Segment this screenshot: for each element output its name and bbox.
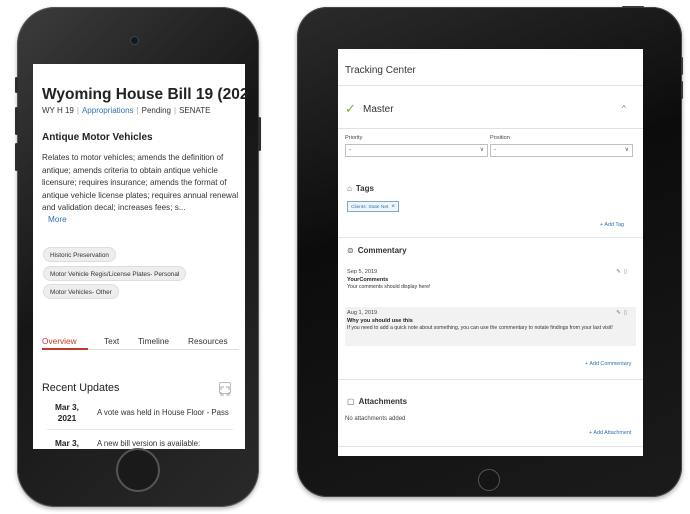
comment-body: Your comments should display here! xyxy=(347,284,431,290)
comment-actions: ✎▯ xyxy=(616,269,630,275)
phone-mute-switch xyxy=(15,77,18,93)
paperclip-icon: ▢ xyxy=(347,397,355,406)
comment-icon: ⊜ xyxy=(347,246,354,255)
comment-actions: ✎▯ xyxy=(616,310,630,316)
meta-separator: | xyxy=(76,106,79,115)
priority-value: - xyxy=(349,147,351,153)
tracking-center-title: Tracking Center xyxy=(345,65,416,76)
committee-link[interactable]: Appropriations xyxy=(82,106,134,115)
phone-volume-down xyxy=(15,143,18,171)
tags-title-text: Tags xyxy=(355,184,374,193)
tab-timeline[interactable]: Timeline xyxy=(138,336,169,346)
master-label: Master xyxy=(363,104,394,115)
section-divider xyxy=(338,237,643,238)
tag-icon: ⌂ xyxy=(347,184,352,193)
priority-select[interactable]: - ∨ xyxy=(345,144,488,157)
attachments-empty-text: No attachments added xyxy=(345,416,406,422)
add-attachment-link[interactable]: + Add Attachment xyxy=(589,430,631,436)
attachments-section-title: ▢ Attachments xyxy=(347,397,407,406)
phone-power-button xyxy=(258,117,261,151)
phone-camera xyxy=(131,37,138,44)
comment-title: Why you should use this xyxy=(347,318,413,324)
close-icon[interactable]: × xyxy=(391,204,395,210)
update-date: Mar 3, 2021 xyxy=(55,402,79,423)
comment-date: Aug 1, 2019 xyxy=(347,310,378,316)
bill-meta: WY H 19 | Appropriations | Pending | SENATE xyxy=(42,106,210,115)
bill-chamber: SENATE xyxy=(179,106,211,115)
tab-resources[interactable]: Resources xyxy=(188,336,228,346)
bill-subtitle: Antique Motor Vehicles xyxy=(42,132,153,143)
subject-tag[interactable]: Motor Vehicles- Other xyxy=(43,284,119,299)
comment-body: If you need to add a quick note about so… xyxy=(347,325,613,331)
tag-pill[interactable]: Clients: State Net × xyxy=(347,201,399,212)
tablet-device: Tracking Center ✓ Master ^ Priority - ∨ … xyxy=(297,6,683,497)
check-icon: ✓ xyxy=(345,101,356,116)
add-tag-link[interactable]: + Add Tag xyxy=(600,222,624,228)
tab-text[interactable]: Text xyxy=(104,336,119,346)
meta-separator: | xyxy=(136,106,139,115)
comment-date: Sep 5, 2019 xyxy=(347,269,378,275)
phone-screen: Wyoming House Bill 19 (2021) WY H 19 | App… xyxy=(33,64,245,449)
tags-section-title: ⌂ Tags xyxy=(347,184,374,193)
row-divider xyxy=(47,429,233,430)
tablet-power-button xyxy=(622,6,644,8)
priority-label: Priority xyxy=(345,135,363,141)
tag-pill-label: Clients: State Net xyxy=(351,205,389,210)
tablet-volume-up xyxy=(681,57,683,75)
position-label: Position xyxy=(490,135,510,141)
tablet-volume-down xyxy=(681,81,683,99)
chevron-up-icon[interactable]: ^ xyxy=(622,104,626,113)
update-text: A new bill version is available: xyxy=(97,439,201,448)
update-text: A vote was held in House Floor - Pass xyxy=(97,408,229,417)
commentary-title-text: Commentary xyxy=(357,246,407,255)
bill-title: Wyoming House Bill 19 (2021) xyxy=(42,86,245,103)
bill-status: Pending xyxy=(141,106,171,115)
more-link[interactable]: More xyxy=(48,215,67,224)
meta-separator: | xyxy=(173,106,177,115)
commentary-section-title: ⊜ Commentary xyxy=(347,246,407,255)
edit-icon[interactable]: ✎ xyxy=(616,310,624,316)
update-date: Mar 3, xyxy=(55,438,79,448)
subject-tag[interactable]: Motor Vehicle Regis/License Plates- Pers… xyxy=(43,266,187,281)
phone-home-button xyxy=(116,448,160,492)
subject-tag[interactable]: Historic Preservation xyxy=(43,247,116,262)
tablet-screen: Tracking Center ✓ Master ^ Priority - ∨ … xyxy=(338,49,643,456)
bill-description: Relates to motor vehicles; amends the de… xyxy=(42,153,239,213)
comment-item: Aug 1, 2019 Why you should use this If y… xyxy=(345,307,636,346)
trash-icon[interactable]: ▯ xyxy=(624,310,630,316)
bill-id: WY H 19 xyxy=(42,106,74,115)
phone-volume-up xyxy=(15,107,18,135)
position-select[interactable]: - ∨ xyxy=(490,144,633,157)
tablet-home-button xyxy=(478,469,500,491)
recent-updates-title: Recent Updates xyxy=(42,382,120,394)
active-tab-indicator xyxy=(42,348,88,350)
trash-icon[interactable]: ▯ xyxy=(624,269,630,275)
add-commentary-link[interactable]: + Add Commentary xyxy=(585,361,631,367)
bill-tabs: Overview Text Timeline Resources xyxy=(42,328,239,350)
phone-device: Wyoming House Bill 19 (2021) WY H 19 | App… xyxy=(15,7,261,507)
section-divider xyxy=(338,446,643,447)
chevron-down-icon: ∨ xyxy=(624,147,629,153)
section-divider xyxy=(338,379,643,380)
chevron-down-icon: ∨ xyxy=(479,147,484,153)
tracking-center-header: Tracking Center xyxy=(338,49,643,86)
master-row[interactable]: ✓ Master ^ xyxy=(338,87,643,129)
attachments-title-text: Attachments xyxy=(358,397,408,406)
comment-item: Sep 5, 2019 YourComments Your comments s… xyxy=(345,266,636,305)
comment-title: YourComments xyxy=(347,277,389,283)
edit-icon[interactable]: ✎ xyxy=(616,269,624,275)
position-value: - xyxy=(494,147,496,153)
tab-overview[interactable]: Overview xyxy=(42,336,77,346)
expand-icon[interactable] xyxy=(219,382,231,396)
